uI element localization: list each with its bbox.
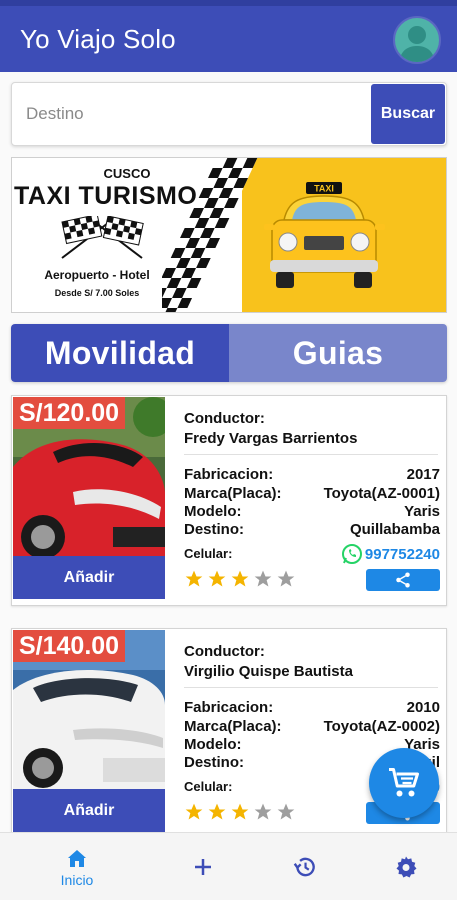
promo-banner[interactable]: CUSCO TAXI TURISMO Aeropuerto - Hotel De… — [11, 157, 447, 313]
add-button[interactable]: Añadir — [13, 789, 165, 832]
history-icon — [293, 857, 315, 877]
driver-label: Conductor: — [184, 410, 265, 427]
app-bar: Yo Viajo Solo — [0, 0, 457, 72]
nav-history[interactable] — [255, 833, 355, 900]
tab-guias[interactable]: Guias — [229, 324, 447, 382]
whatsapp-phone-link[interactable]: 997752240 — [341, 543, 440, 565]
star-filled-icon — [185, 570, 203, 587]
nav-settings[interactable] — [356, 833, 456, 900]
year-label: Fabricacion: — [184, 699, 274, 716]
checkered-flags-icon — [61, 216, 144, 259]
phone-number: 997752240 — [364, 545, 440, 563]
star-rating — [184, 802, 296, 822]
brand-label: Marca(Placa): — [184, 718, 282, 735]
driver-name: Fredy Vargas Barrientos — [184, 430, 358, 447]
year-value: 2017 — [406, 466, 440, 483]
year-value: 2010 — [406, 699, 440, 716]
cart-fab-button[interactable] — [369, 748, 439, 818]
search-button[interactable]: Buscar — [371, 84, 445, 144]
model-label: Modelo: — [184, 503, 242, 520]
driver-label: Conductor: — [184, 643, 265, 660]
divider — [184, 687, 438, 688]
destination-label: Destino: — [184, 521, 244, 538]
whatsapp-icon — [341, 544, 362, 564]
tab-movilidad[interactable]: Movilidad — [11, 324, 229, 382]
profile-avatar-icon[interactable] — [393, 16, 441, 64]
phone-label: Celular: — [184, 779, 233, 794]
model-label: Modelo: — [184, 736, 242, 753]
price-badge: S/120.00 — [13, 397, 126, 429]
taxi-car-icon: TAXI — [264, 182, 385, 288]
destination-label: Destino: — [184, 754, 244, 771]
star-empty-icon — [277, 803, 295, 820]
add-button[interactable]: Añadir — [13, 556, 165, 599]
app-title: Yo Viajo Solo — [20, 24, 176, 54]
phone-label: Celular: — [184, 546, 233, 561]
category-tabs: Movilidad Guias — [11, 324, 447, 382]
destination-search-input[interactable] — [12, 83, 370, 145]
star-filled-icon — [231, 803, 249, 820]
search-bar: Buscar — [11, 82, 447, 146]
destination-value: Quillabamba — [349, 521, 440, 538]
nav-add[interactable] — [153, 833, 253, 900]
banner-city: CUSCO — [103, 166, 151, 181]
listing-details: Conductor: Fredy Vargas Barrientos Fabri… — [184, 396, 440, 606]
brand-label: Marca(Placa): — [184, 485, 282, 502]
price-badge: S/140.00 — [13, 630, 126, 662]
banner-subtitle: Aeropuerto - Hotel — [44, 268, 150, 282]
star-rating — [184, 569, 296, 589]
divider — [184, 454, 438, 455]
star-empty-icon — [254, 570, 272, 587]
home-icon — [68, 849, 86, 867]
star-filled-icon — [208, 803, 226, 820]
model-value: Yaris — [404, 503, 440, 520]
nav-inicio[interactable]: Inicio — [27, 833, 127, 900]
year-label: Fabricacion: — [184, 466, 274, 483]
driver-name: Virgilio Quispe Bautista — [184, 663, 353, 680]
star-filled-icon — [185, 803, 203, 820]
star-filled-icon — [208, 570, 226, 587]
banner-headline: TAXI TURISMO — [14, 182, 198, 210]
banner-price-note: Desde S/ 7.00 Soles — [54, 288, 140, 298]
brand-value: Toyota(AZ-0002) — [323, 718, 440, 735]
gear-icon — [396, 856, 417, 878]
bottom-navigation: Inicio — [0, 832, 457, 900]
nav-inicio-label: Inicio — [60, 871, 94, 888]
share-button[interactable] — [366, 569, 440, 591]
shopping-cart-icon — [389, 768, 419, 797]
listing-card: S/120.00 Añadir Conductor: Fredy Vargas … — [11, 395, 447, 606]
brand-value: Toyota(AZ-0001) — [323, 485, 440, 502]
share-icon — [396, 572, 410, 588]
plus-icon — [195, 859, 211, 875]
taxi-sign-text: TAXI — [314, 184, 334, 194]
star-filled-icon — [231, 570, 249, 587]
star-empty-icon — [277, 570, 295, 587]
star-empty-icon — [254, 803, 272, 820]
